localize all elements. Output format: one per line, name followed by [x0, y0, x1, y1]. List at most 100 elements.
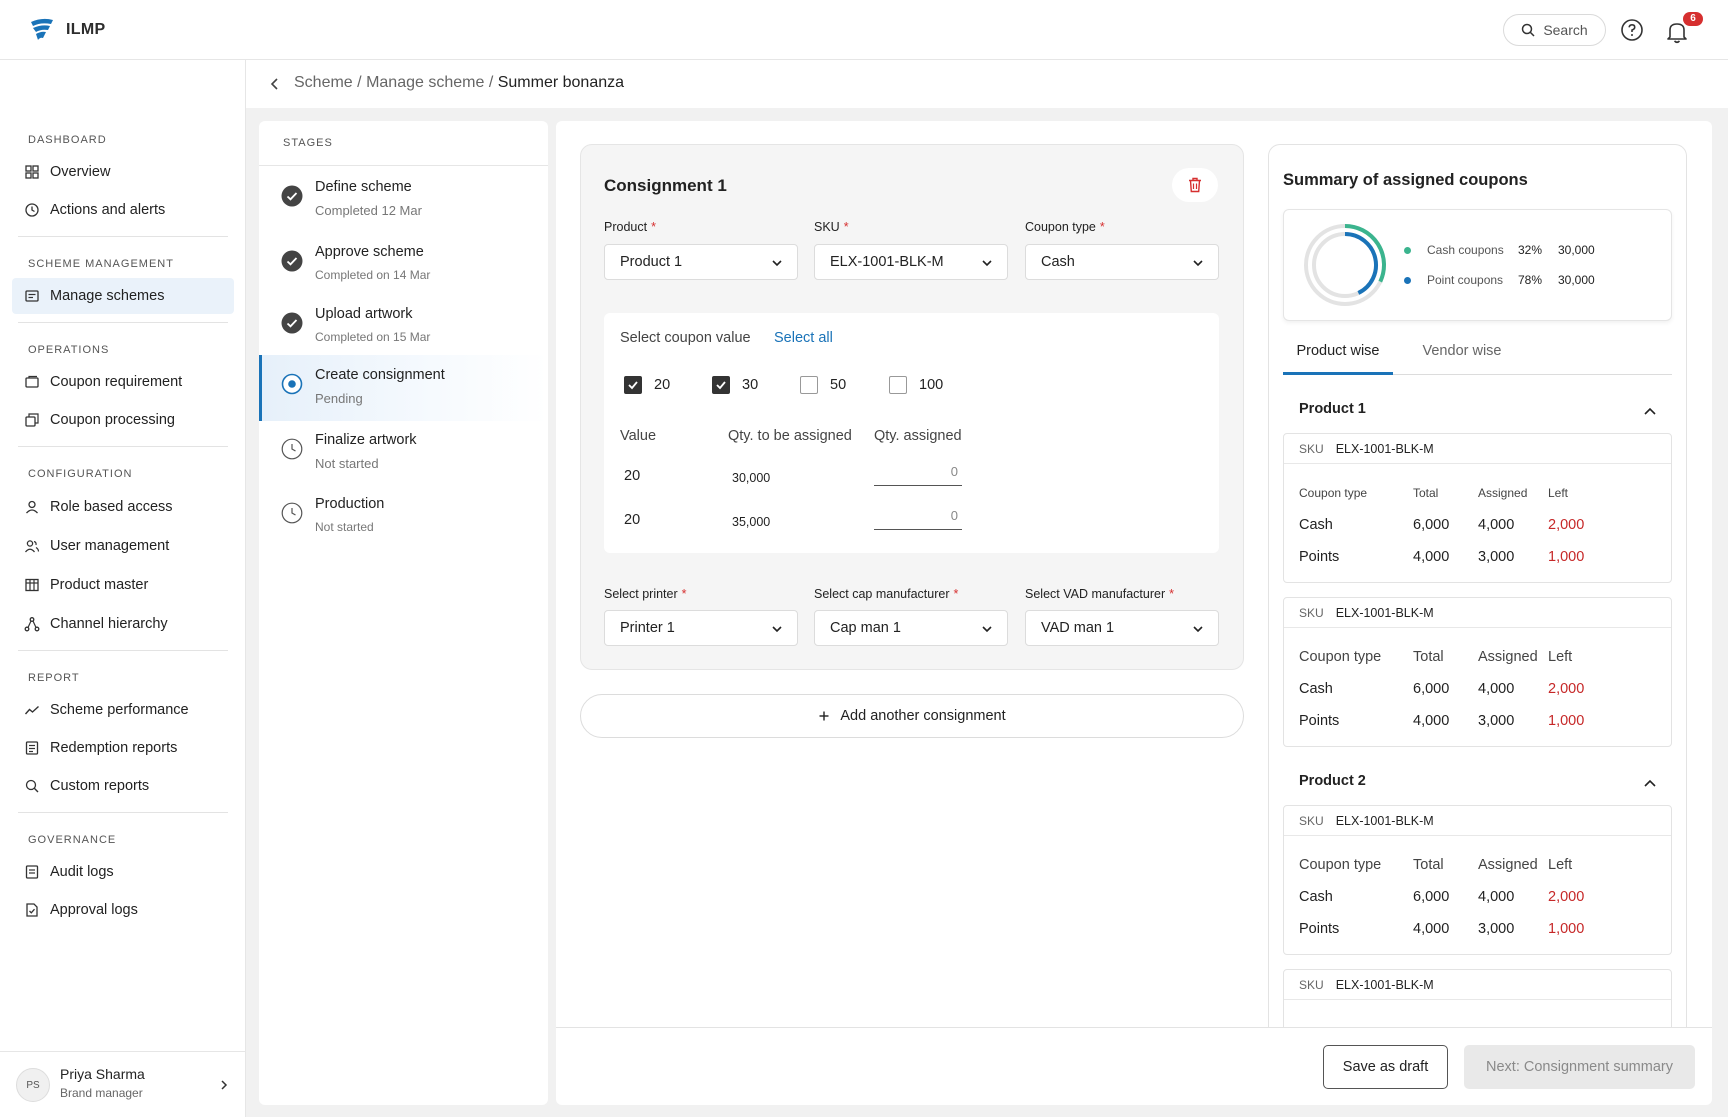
col-left: Left: [1548, 857, 1573, 873]
coupon-icon: [25, 375, 39, 388]
cell-total: 6,000: [1413, 517, 1450, 533]
stage-define-scheme[interactable]: Define scheme Completed 12 Mar: [259, 167, 548, 233]
cell-left: 1,000: [1548, 713, 1585, 729]
sidebar-item-label: Coupon processing: [50, 412, 175, 428]
cell-total: 6,000: [1413, 889, 1450, 905]
sidebar-item-manage-schemes[interactable]: Manage schemes: [12, 278, 234, 314]
sidebar-item-user-management[interactable]: User management: [12, 528, 234, 564]
coupon-value-checkbox-50[interactable]: 50: [800, 376, 846, 394]
sidebar-item-label: Product master: [50, 577, 149, 593]
sidebar-item-redemption-reports[interactable]: Redemption reports: [12, 730, 234, 766]
completed-check-icon: [281, 312, 303, 334]
stage-upload-artwork[interactable]: Upload artwork Completed on 15 Mar: [259, 294, 548, 360]
sidebar-item-role-based-access[interactable]: Role based access: [12, 489, 234, 525]
stage-production[interactable]: Production Not started: [259, 484, 548, 550]
stage-status: Completed on 15 Mar: [315, 330, 431, 344]
sidebar-item-label: Overview: [50, 164, 111, 180]
cell-left: 2,000: [1548, 889, 1585, 905]
delete-consignment-button[interactable]: [1172, 168, 1218, 202]
sidebar-item-overview[interactable]: Overview: [12, 154, 234, 190]
cell-assigned: 4,000: [1478, 517, 1515, 533]
chevron-down-icon: [982, 260, 992, 267]
coupon-value-checkbox-30[interactable]: 30: [712, 376, 758, 394]
chevron-up-icon[interactable]: [1643, 778, 1657, 788]
stage-create-consignment[interactable]: Create consignment Pending: [259, 355, 548, 421]
avatar: PS: [16, 1068, 50, 1102]
col-total: Total: [1413, 649, 1444, 665]
cell-total: 4,000: [1413, 921, 1450, 937]
col-total: Total: [1413, 486, 1439, 500]
help-icon[interactable]: [1620, 18, 1644, 42]
sidebar-item-label: User management: [50, 538, 170, 554]
coupon-type-select[interactable]: Cash: [1025, 244, 1219, 280]
row-2-value: 20: [624, 512, 641, 528]
select-all-link[interactable]: Select all: [774, 330, 833, 346]
back-arrow-icon[interactable]: [268, 77, 282, 91]
sku-select[interactable]: ELX-1001-BLK-M: [814, 244, 1008, 280]
sidebar-section-governance: GOVERNANCE: [28, 834, 117, 846]
table-header-qty-assigned: Qty. assigned: [874, 428, 962, 444]
table-header-qty-to-assign: Qty. to be assigned: [728, 428, 852, 444]
app-logo[interactable]: ILMP: [28, 16, 105, 44]
coupon-distribution-card: Cash coupons 32% 30,000 Point coupons 78…: [1283, 209, 1672, 321]
donut-chart: [1304, 224, 1386, 306]
sidebar-item-label: Scheme performance: [50, 702, 189, 718]
breadcrumb-separator: /: [357, 74, 362, 91]
sidebar-item-label: Channel hierarchy: [50, 616, 168, 632]
sidebar-item-channel-hierarchy[interactable]: Channel hierarchy: [12, 606, 234, 642]
chevron-down-icon: [772, 626, 782, 633]
sidebar-item-actions-alerts[interactable]: Actions and alerts: [12, 192, 234, 228]
sidebar-item-scheme-performance[interactable]: Scheme performance: [12, 692, 234, 728]
col-left: Left: [1548, 486, 1569, 500]
sidebar-section-configuration: CONFIGURATION: [28, 468, 133, 480]
cell-left: 1,000: [1548, 921, 1585, 937]
sidebar-item-coupon-requirement[interactable]: Coupon requirement: [12, 364, 234, 400]
vad-manufacturer-select[interactable]: VAD man 1: [1025, 610, 1219, 646]
row-2-qty-assigned-input[interactable]: 0: [874, 502, 962, 530]
sidebar-item-coupon-processing[interactable]: Coupon processing: [12, 402, 234, 438]
breadcrumb-item-manage-scheme[interactable]: Manage scheme: [366, 74, 484, 91]
table-header-value: Value: [620, 428, 657, 444]
current-step-icon: [281, 373, 303, 395]
stages-panel: STAGES Define scheme Completed 12 Mar Ap…: [259, 121, 548, 1105]
cap-manufacturer-select[interactable]: Cap man 1: [814, 610, 1008, 646]
tab-product-wise[interactable]: Product wise: [1283, 343, 1393, 375]
stage-status: Completed on 14 Mar: [315, 268, 431, 282]
col-left: Left: [1548, 649, 1573, 665]
save-draft-button[interactable]: Save as draft: [1323, 1045, 1448, 1089]
notification-count-badge: 6: [1683, 12, 1703, 26]
sidebar-item-audit-logs[interactable]: Audit logs: [12, 854, 234, 890]
search-button[interactable]: Search: [1503, 14, 1606, 46]
next-consignment-summary-button[interactable]: Next: Consignment summary: [1464, 1045, 1695, 1089]
consignment-title: Consignment 1: [604, 176, 727, 195]
add-consignment-button[interactable]: Add another consignment: [580, 694, 1244, 738]
sidebar-item-approval-logs[interactable]: Approval logs: [12, 892, 234, 928]
breadcrumb-item-scheme[interactable]: Scheme: [294, 74, 353, 91]
coupon-value-checkbox-20[interactable]: 20: [624, 376, 670, 394]
sku-card: SKU ELX-1001-BLK-M Coupon type Total Assi…: [1283, 805, 1672, 955]
checkbox-checked-icon: [712, 376, 730, 394]
table-icon: [25, 578, 39, 592]
row-1-qty-assigned-input[interactable]: 0: [874, 458, 962, 486]
chevron-up-icon[interactable]: [1643, 406, 1657, 416]
stage-finalize-artwork[interactable]: Finalize artwork Not started: [259, 420, 548, 486]
sidebar-item-custom-reports[interactable]: Custom reports: [12, 768, 234, 804]
list-icon: [25, 290, 39, 302]
sidebar-item-product-master[interactable]: Product master: [12, 567, 234, 603]
printer-select[interactable]: Printer 1: [604, 610, 798, 646]
product-select[interactable]: Product 1: [604, 244, 798, 280]
trash-icon: [1189, 177, 1201, 193]
sku-card: SKU ELX-1001-BLK-M Coupon type Total Assi…: [1283, 597, 1672, 747]
coupon-value-checkbox-100[interactable]: 100: [889, 376, 943, 394]
breadcrumb-current: Summer bonanza: [497, 74, 625, 91]
tab-vendor-wise[interactable]: Vendor wise: [1407, 343, 1517, 375]
vad-manufacturer-label: Select VAD manufacturer *: [1025, 587, 1174, 601]
sku-label: SKU *: [814, 220, 849, 234]
product-2-header[interactable]: Product 2: [1299, 773, 1366, 789]
user-profile[interactable]: PS Priya Sharma Brand manager: [0, 1051, 246, 1117]
user-icon: [26, 500, 38, 514]
col-assigned: Assigned: [1478, 857, 1538, 873]
stage-approve-scheme[interactable]: Approve scheme Completed on 14 Mar: [259, 232, 548, 298]
product-1-header[interactable]: Product 1: [1299, 401, 1366, 417]
stage-name: Production: [315, 496, 385, 512]
